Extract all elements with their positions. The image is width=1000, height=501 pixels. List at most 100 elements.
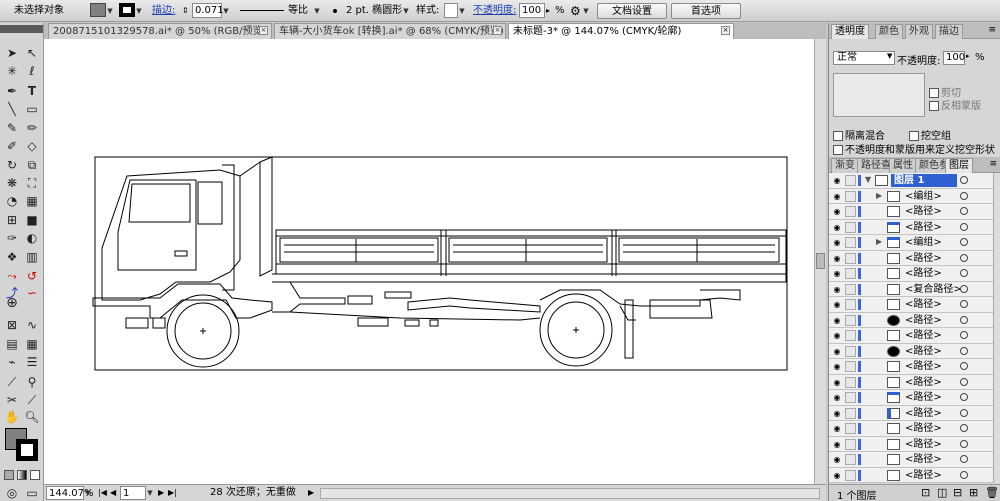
lock-toggle[interactable]	[845, 330, 856, 341]
visibility-eye-icon[interactable]: ◉	[831, 423, 843, 434]
screen-mode-icon[interactable]: ▭	[24, 485, 40, 501]
lock-toggle[interactable]	[845, 237, 856, 248]
hand-tool-icon[interactable]: ✋	[4, 409, 20, 425]
knife-tool-icon[interactable]: ⟋	[24, 392, 40, 408]
eyedropper-alt-tool-icon[interactable]: ⚲	[24, 374, 40, 390]
visibility-eye-icon[interactable]: ◉	[831, 206, 843, 217]
close-icon[interactable]: ×	[493, 26, 502, 35]
target-circle-icon[interactable]	[960, 424, 968, 432]
sublayer-row[interactable]: ◉ <路径>	[829, 312, 993, 328]
width-tool-icon[interactable]: ⤳	[4, 268, 20, 284]
visibility-eye-icon[interactable]: ◉	[831, 299, 843, 310]
fill-dropdown-icon[interactable]: ▼	[106, 3, 114, 17]
sublayer-row[interactable]: ◉ <路径>	[829, 467, 993, 483]
tab-appearance[interactable]: 外观	[905, 24, 933, 39]
lock-toggle[interactable]	[845, 314, 856, 326]
next-artboard-icon[interactable]: ▶	[158, 486, 164, 500]
artboard-tool-icon[interactable]: ⊠	[4, 317, 20, 333]
wave-tool-icon[interactable]: ∿	[24, 317, 40, 333]
panel-opacity-input[interactable]: 100	[943, 51, 965, 65]
visibility-eye-icon[interactable]: ◉	[831, 222, 843, 233]
selection-tool-icon[interactable]: ➤	[4, 45, 20, 61]
visibility-eye-icon[interactable]: ◉	[831, 439, 843, 450]
target-circle-icon[interactable]	[960, 191, 968, 200]
chart-bars-tool-icon[interactable]: ▦	[24, 336, 40, 352]
panel-opacity-step-icon[interactable]: ▸	[966, 52, 970, 60]
opacity-label-link[interactable]: 不透明度:	[473, 3, 516, 19]
prev-artboard-icon[interactable]: ◀	[110, 486, 116, 500]
tab-transparency[interactable]: 透明度	[831, 24, 869, 39]
style-dropdown-icon[interactable]: ▼	[458, 3, 466, 17]
column-graph-tool-icon[interactable]: ▥	[24, 249, 40, 265]
rotate-tool-icon[interactable]: ↻	[4, 157, 20, 173]
brush-definition-label[interactable]: 2 pt. 椭圆形	[346, 3, 402, 19]
status-menu-icon[interactable]: ▶	[308, 486, 314, 500]
blob-brush-tool-icon[interactable]: ✐	[4, 138, 20, 154]
mesh-tool-icon[interactable]: ⊞	[4, 212, 20, 228]
lock-toggle[interactable]	[845, 252, 856, 264]
none-mode-button[interactable]	[30, 470, 40, 480]
eyedropper-tool-icon[interactable]: ✑	[4, 230, 20, 246]
visibility-eye-icon[interactable]: ◉	[831, 253, 843, 264]
locate-object-icon[interactable]: ⊡	[921, 486, 930, 499]
sublayer-row[interactable]: ◉ <复合路径>	[829, 281, 993, 297]
sublayer-row[interactable]: ◉ <路径>	[829, 250, 993, 266]
lock-toggle[interactable]	[845, 376, 856, 388]
lock-toggle[interactable]	[845, 190, 856, 202]
target-circle-icon[interactable]	[960, 238, 968, 246]
delete-layer-icon[interactable]: 🗑︎	[985, 486, 999, 499]
visibility-eye-icon[interactable]: ◉	[831, 392, 843, 403]
knockout-group-option[interactable]: 挖空组	[909, 127, 951, 142]
zoom-tool-icon[interactable]: 🔍︎	[24, 409, 40, 425]
lock-toggle[interactable]	[845, 221, 856, 233]
lock-toggle[interactable]	[845, 454, 856, 465]
close-icon[interactable]: ×	[721, 26, 730, 35]
lock-toggle[interactable]	[845, 299, 856, 310]
target-circle-icon[interactable]	[960, 176, 968, 184]
lasso-tool-icon[interactable]: ℓ	[24, 63, 40, 79]
list-tool-icon[interactable]: ☰	[24, 354, 40, 370]
stroke-profile-label[interactable]: 等比	[288, 3, 308, 19]
horizontal-scrollbar[interactable]	[320, 488, 820, 499]
visibility-eye-icon[interactable]: ◉	[831, 454, 843, 465]
tab-attributes[interactable]: 属性	[889, 158, 917, 173]
lock-toggle[interactable]	[845, 206, 856, 217]
perspective-grid-tool-icon[interactable]: ▦	[24, 193, 40, 209]
artboard-dropdown-icon[interactable]: ▼	[146, 487, 154, 501]
opacity-step-icon[interactable]: ▸	[546, 3, 550, 19]
expand-arrow-icon[interactable]: ▶	[876, 190, 884, 202]
lock-toggle[interactable]	[845, 392, 856, 403]
tab-gradient[interactable]: 渐变	[831, 158, 859, 173]
target-circle-icon[interactable]	[960, 455, 968, 463]
reshape-tool-icon[interactable]: ↺	[24, 268, 40, 284]
sublayer-row[interactable]: ◉ <路径>	[829, 219, 993, 235]
recolor-artwork-icon[interactable]: ⚙	[570, 3, 581, 19]
stroke-spinner-icon[interactable]: ⇕	[182, 3, 190, 19]
lock-toggle[interactable]	[845, 469, 856, 481]
pencil-tool-icon[interactable]: ✏	[24, 120, 40, 136]
sublayer-row[interactable]: ◉ <路径>	[829, 436, 993, 452]
document-tab[interactable]: 车辆-大小货车ok [转换].ai* @ 68% (CMYK/预览) ×	[274, 23, 506, 39]
target-circle-icon[interactable]	[960, 346, 968, 355]
sublayer-row[interactable]: ◉ <路径>	[829, 405, 993, 421]
style-swatch[interactable]	[444, 3, 458, 18]
expand-arrow-icon[interactable]: ▶	[876, 236, 884, 248]
shape-builder-tool-icon[interactable]: ◔	[4, 193, 20, 209]
canvas-vertical-scrollbar[interactable]	[814, 39, 826, 484]
type-tool-icon[interactable]: T	[24, 83, 40, 99]
close-icon[interactable]: ×	[259, 26, 268, 35]
direct-selection-tool-icon[interactable]: ↖	[24, 45, 40, 61]
blend-mode-select[interactable]: 正常	[833, 51, 895, 65]
isolate-blending-option[interactable]: 隔离混合	[833, 127, 885, 142]
zoom-input[interactable]: 144.07%	[46, 486, 94, 500]
sublayer-row[interactable]: ◉ ▶ <编组>	[829, 188, 993, 204]
visibility-eye-icon[interactable]: ◉	[831, 408, 843, 419]
target-circle-icon[interactable]	[960, 377, 968, 386]
rectangle-tool-icon[interactable]: ▭	[24, 101, 40, 117]
lock-toggle[interactable]	[845, 268, 856, 279]
visibility-eye-icon[interactable]: ◉	[831, 377, 843, 388]
target-circle-icon[interactable]	[960, 269, 968, 277]
visibility-eye-icon[interactable]: ◉	[831, 284, 843, 295]
lock-toggle[interactable]	[845, 438, 856, 450]
stroke-width-input[interactable]: 0.071	[192, 3, 224, 18]
